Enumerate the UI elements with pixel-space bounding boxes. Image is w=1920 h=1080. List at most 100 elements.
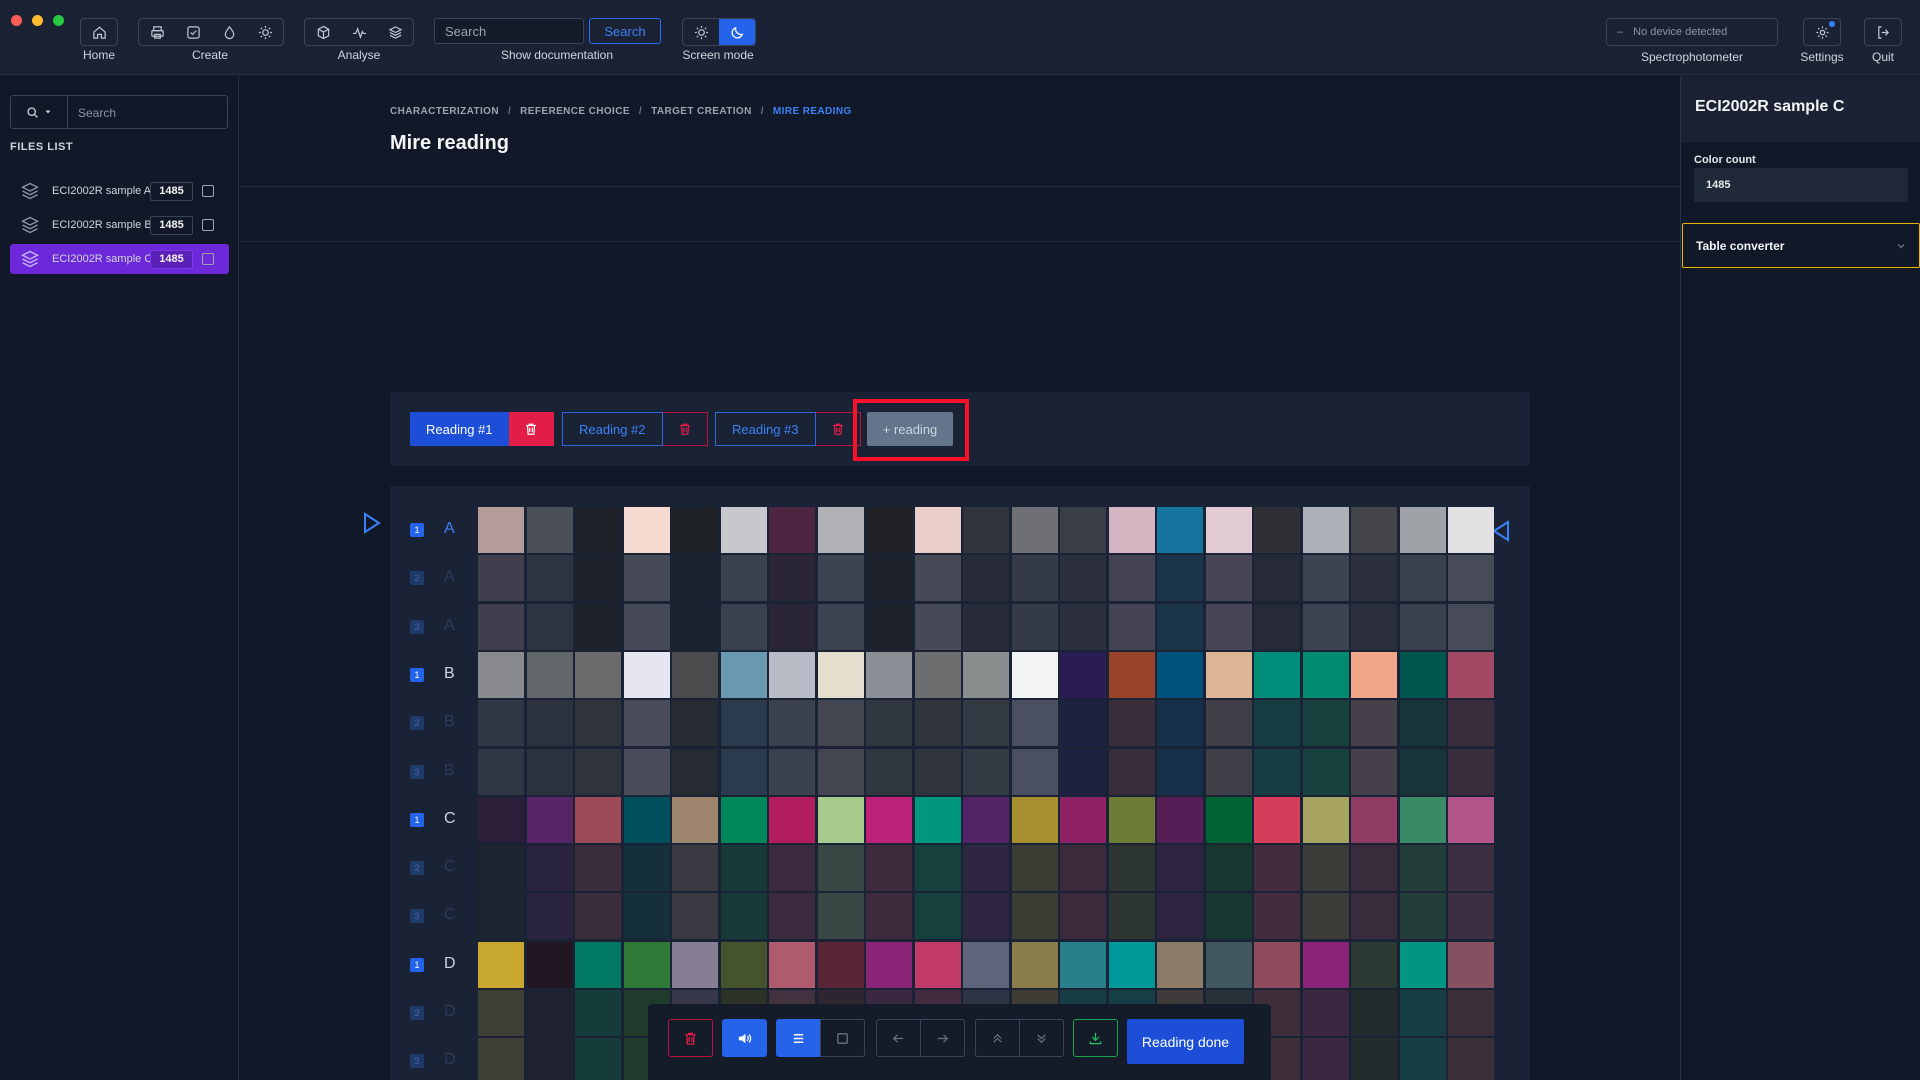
color-patch[interactable] (1108, 941, 1155, 988)
color-patch[interactable] (672, 893, 718, 940)
color-patch[interactable] (1011, 603, 1058, 650)
color-patch[interactable] (623, 748, 670, 795)
color-patch[interactable] (1254, 893, 1300, 940)
color-patch[interactable] (769, 845, 815, 892)
color-patch[interactable] (1448, 990, 1494, 1036)
color-patch[interactable] (526, 941, 573, 988)
color-patch[interactable] (720, 748, 767, 795)
light-mode-button[interactable] (683, 19, 719, 45)
color-patch[interactable] (672, 845, 718, 892)
color-patch[interactable] (769, 796, 815, 843)
color-patch[interactable] (478, 748, 524, 795)
color-patch[interactable] (1060, 941, 1106, 988)
color-patch[interactable] (672, 507, 718, 553)
color-patch[interactable] (1351, 748, 1397, 795)
color-patch[interactable] (914, 651, 961, 698)
color-patch[interactable] (1108, 893, 1155, 940)
previous-button[interactable] (876, 1019, 921, 1057)
color-patch[interactable] (914, 507, 961, 553)
color-patch[interactable] (1351, 555, 1397, 602)
color-patch[interactable] (769, 555, 815, 602)
delete-button[interactable] (668, 1019, 713, 1057)
color-patch[interactable] (1254, 845, 1300, 892)
color-patch[interactable] (720, 651, 767, 698)
color-patch[interactable] (866, 700, 912, 747)
download-button[interactable] (1073, 1019, 1118, 1057)
color-patch[interactable] (526, 1038, 573, 1080)
color-patch[interactable] (914, 555, 961, 602)
color-patch[interactable] (1205, 845, 1252, 892)
color-patch[interactable] (526, 748, 573, 795)
color-patch[interactable] (914, 796, 961, 843)
color-patch[interactable] (623, 941, 670, 988)
color-patch[interactable] (1060, 651, 1106, 698)
color-patch[interactable] (1157, 507, 1203, 553)
curve-button[interactable] (341, 19, 377, 45)
color-patch[interactable] (575, 893, 621, 940)
color-patch[interactable] (1448, 555, 1494, 602)
row-up-button[interactable] (975, 1019, 1020, 1057)
color-patch[interactable] (478, 555, 524, 602)
color-patch[interactable] (1205, 507, 1252, 553)
color-patch[interactable] (1448, 796, 1494, 843)
light-button[interactable] (247, 19, 283, 45)
color-patch[interactable] (1011, 651, 1058, 698)
color-patch[interactable] (914, 893, 961, 940)
color-patch[interactable] (817, 893, 864, 940)
color-patch[interactable] (1205, 748, 1252, 795)
color-patch[interactable] (1448, 748, 1494, 795)
color-patch[interactable] (1399, 990, 1446, 1036)
color-patch[interactable] (575, 845, 621, 892)
color-patch[interactable] (1157, 700, 1203, 747)
color-patch[interactable] (1399, 941, 1446, 988)
color-patch[interactable] (1399, 507, 1446, 553)
color-patch[interactable] (623, 651, 670, 698)
color-patch[interactable] (720, 796, 767, 843)
color-patch[interactable] (1302, 555, 1349, 602)
color-patch[interactable] (1205, 603, 1252, 650)
color-patch[interactable] (963, 555, 1009, 602)
color-patch[interactable] (575, 748, 621, 795)
color-patch[interactable] (1448, 893, 1494, 940)
color-patch[interactable] (1108, 507, 1155, 553)
color-patch[interactable] (526, 555, 573, 602)
list-view-button[interactable] (776, 1019, 821, 1057)
color-patch[interactable] (1448, 651, 1494, 698)
color-patch[interactable] (769, 700, 815, 747)
color-patch[interactable] (1060, 748, 1106, 795)
color-patch[interactable] (720, 507, 767, 553)
color-patch[interactable] (478, 700, 524, 747)
play-right-icon[interactable] (363, 512, 381, 534)
color-patch[interactable] (1302, 700, 1349, 747)
cube-button[interactable] (305, 19, 341, 45)
color-patch[interactable] (1254, 700, 1300, 747)
next-button[interactable] (920, 1019, 965, 1057)
color-patch[interactable] (1254, 941, 1300, 988)
color-patch[interactable] (866, 603, 912, 650)
color-patch[interactable] (866, 893, 912, 940)
color-patch[interactable] (575, 796, 621, 843)
color-patch[interactable] (866, 796, 912, 843)
file-row-c-selected[interactable]: ECI2002R sample C 1485 (10, 244, 229, 274)
color-patch[interactable] (526, 651, 573, 698)
color-patch[interactable] (817, 748, 864, 795)
color-patch[interactable] (769, 603, 815, 650)
color-patch[interactable] (1351, 700, 1397, 747)
color-patch[interactable] (1060, 603, 1106, 650)
color-patch[interactable] (1302, 603, 1349, 650)
color-patch[interactable] (817, 700, 864, 747)
color-patch[interactable] (1351, 1038, 1397, 1080)
color-patch[interactable] (478, 796, 524, 843)
color-patch[interactable] (1060, 845, 1106, 892)
color-patch[interactable] (1254, 651, 1300, 698)
file-checkbox[interactable] (202, 185, 214, 197)
color-patch[interactable] (914, 603, 961, 650)
color-patch[interactable] (1254, 748, 1300, 795)
color-patch[interactable] (1205, 796, 1252, 843)
color-patch[interactable] (1302, 796, 1349, 843)
color-patch[interactable] (575, 651, 621, 698)
color-patch[interactable] (575, 990, 621, 1036)
single-view-button[interactable] (820, 1019, 865, 1057)
color-patch[interactable] (1302, 651, 1349, 698)
color-patch[interactable] (1351, 941, 1397, 988)
